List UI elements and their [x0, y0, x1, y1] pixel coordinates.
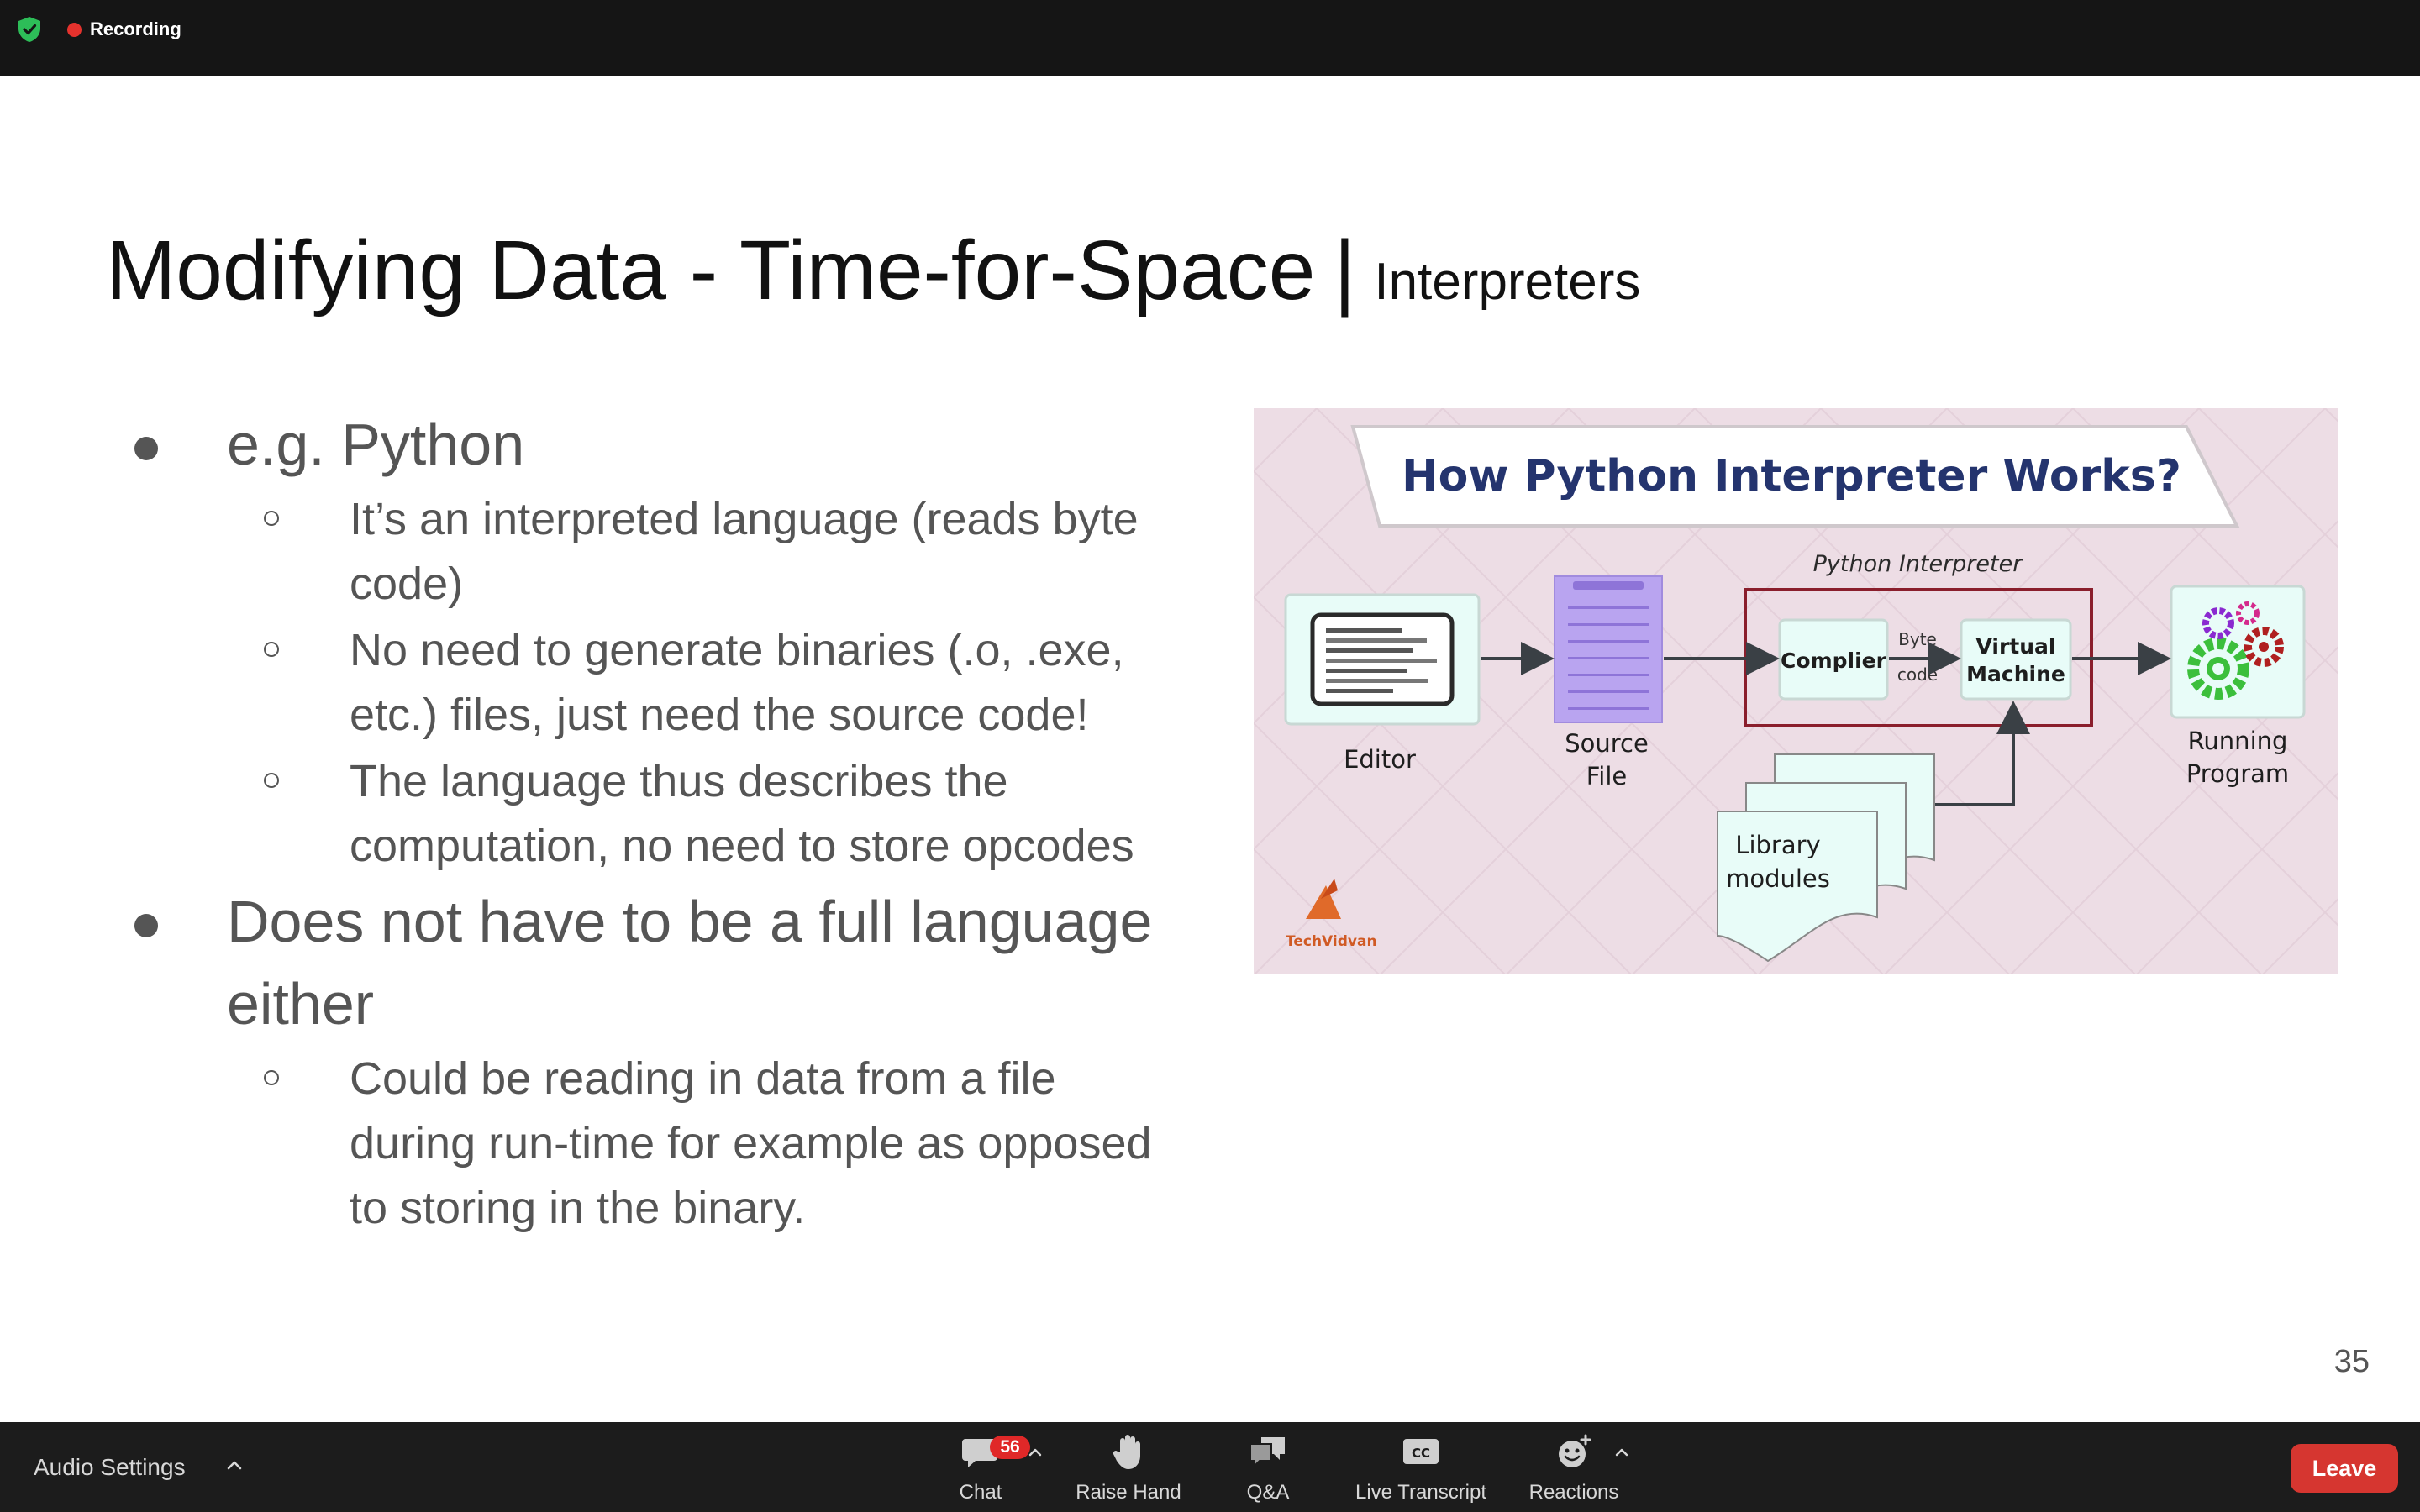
sub-bullet-text: Could be reading in data from a file dur…	[350, 1053, 1152, 1233]
bullet-item: Does not have to be a full language eith…	[126, 880, 1193, 1045]
live-transcript-button[interactable]: CC Live Transcript	[1349, 1432, 1492, 1504]
virtual-machine-box	[1960, 618, 2072, 701]
recording-indicator[interactable]: Recording	[67, 17, 182, 42]
virtual-machine-label-line2: Machine	[1966, 662, 2065, 686]
chat-options-chevron-icon[interactable]	[1027, 1447, 1044, 1457]
sub-bullet-ring	[264, 642, 279, 657]
qa-icon	[1249, 1437, 1285, 1469]
reactions-label: Reactions	[1528, 1481, 1619, 1504]
compiler-label: Complier	[1781, 648, 1887, 673]
top-bar: Recording	[0, 0, 2420, 76]
diagram-title: How Python Interpreter Works?	[1402, 451, 2181, 501]
byte-code-label-line2: code	[1897, 664, 1938, 685]
title-separator: |	[1334, 223, 1356, 318]
bullet-text: e.g. Python	[227, 412, 525, 477]
reactions-button[interactable]: Reactions	[1502, 1432, 1645, 1504]
shield-check-icon[interactable]	[15, 15, 44, 44]
qa-label: Q&A	[1246, 1481, 1290, 1504]
bullet-text: Does not have to be a full language eith…	[227, 889, 1153, 1037]
slide-title: Modifying Data - Time-for-Space | Interpre…	[106, 220, 1640, 333]
library-label-line2: modules	[1726, 864, 1830, 893]
sub-bullet-item: No need to generate binaries (.o, .exe, …	[126, 618, 1193, 748]
qa-button[interactable]: Q&A	[1197, 1432, 1339, 1504]
audio-settings-button[interactable]: Audio Settings	[34, 1454, 186, 1481]
sub-bullet-text: The language thus describes the computat…	[350, 756, 1134, 871]
shared-slide: Modifying Data - Time-for-Space | Interpre…	[0, 76, 2420, 1422]
sub-bullet-text: No need to generate binaries (.o, .exe, …	[350, 625, 1124, 740]
sub-bullet-ring	[264, 511, 279, 526]
sub-bullet-text: It’s an interpreted language (reads byte…	[350, 494, 1139, 609]
editor-monitor-icon	[1310, 612, 1455, 706]
raise-hand-icon	[1113, 1435, 1140, 1469]
meeting-toolbar: Audio Settings 56 Chat Raise Hand Q&A CC…	[0, 1422, 2420, 1512]
slide-title-main: Modifying Data - Time-for-Space	[106, 223, 1316, 318]
sub-bullet-ring	[264, 1070, 279, 1085]
python-interpreter-diagram: How Python Interpreter Works? Python Int…	[1254, 408, 2338, 974]
virtual-machine-label-line1: Virtual	[1976, 634, 2056, 659]
reactions-options-chevron-icon[interactable]	[1613, 1447, 1630, 1457]
source-file-label-line2: File	[1586, 762, 1628, 790]
smiley-icon	[1559, 1434, 1591, 1467]
leave-button[interactable]: Leave	[2291, 1444, 2398, 1493]
editor-label: Editor	[1344, 745, 1416, 774]
sub-bullet-item: Could be reading in data from a file dur…	[126, 1047, 1193, 1241]
interpreter-label: Python Interpreter	[1813, 551, 2024, 577]
chevron-up-icon[interactable]	[225, 1459, 244, 1471]
chat-label: Chat	[959, 1481, 1002, 1504]
logo-text: TechVidvan	[1286, 933, 1377, 950]
running-program-label-line2: Program	[2186, 759, 2289, 788]
sub-bullet-item: The language thus describes the computat…	[126, 749, 1193, 879]
bullet-list: e.g. Python It’s an interpreted language…	[126, 403, 1193, 1242]
recording-dot-icon	[67, 22, 82, 37]
live-transcript-label: Live Transcript	[1355, 1481, 1487, 1504]
bullet-dot	[134, 914, 158, 937]
source-file-label-line1: Source	[1565, 729, 1649, 758]
sub-bullet-ring	[264, 773, 279, 788]
raise-hand-label: Raise Hand	[1076, 1481, 1181, 1504]
raise-hand-button[interactable]: Raise Hand	[1057, 1432, 1200, 1504]
cc-icon-text: CC	[1412, 1446, 1430, 1461]
chat-button[interactable]: 56 Chat	[909, 1432, 1052, 1504]
running-program-label-line1: Running	[2188, 727, 2288, 755]
byte-code-label-line1: Byte	[1898, 629, 1937, 649]
running-program-box	[2170, 585, 2306, 719]
page-number: 35	[2333, 1344, 2370, 1379]
library-label-line1: Library	[1735, 831, 1820, 859]
slide-subtitle: Interpreters	[1374, 253, 1641, 311]
bullet-item: e.g. Python	[126, 403, 1193, 486]
closed-caption-icon: CC	[1403, 1439, 1439, 1464]
sub-bullet-item: It’s an interpreted language (reads byte…	[126, 487, 1193, 617]
source-file-icon	[1554, 575, 1663, 723]
chat-unread-badge: 56	[990, 1436, 1030, 1459]
bullet-dot	[134, 437, 158, 460]
recording-label: Recording	[90, 18, 182, 39]
